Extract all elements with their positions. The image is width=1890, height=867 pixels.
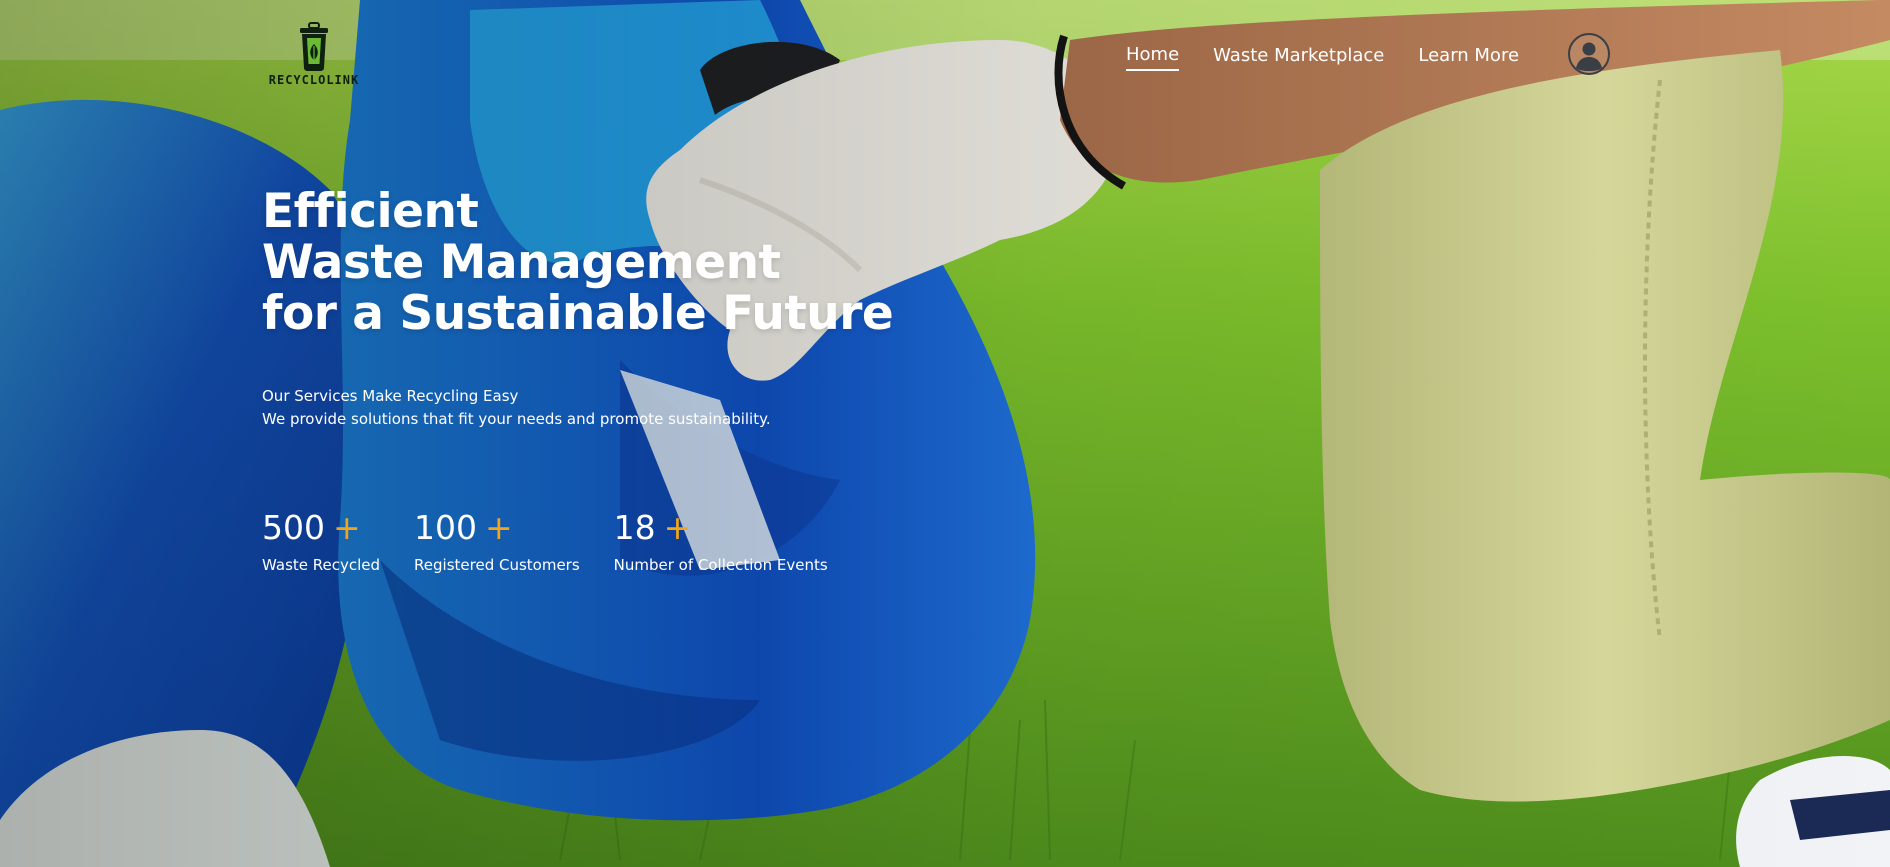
stat-waste-recycled: 500 + Waste Recycled	[262, 508, 380, 576]
stat-collection-events: 18 + Number of Collection Events	[614, 508, 828, 576]
stat-label: Number of Collection Events	[613, 556, 828, 574]
stat-label: Waste Recycled	[262, 556, 381, 574]
hero-background-image	[0, 0, 1890, 867]
stat-number: 100 +	[414, 508, 580, 548]
stat-value: 100	[414, 508, 478, 547]
hero-subtitle: Our Services Make Recycling Easy We prov…	[262, 385, 771, 431]
recycle-bin-icon	[300, 22, 328, 71]
stat-plus-sign: +	[663, 508, 692, 547]
stat-label: Registered Customers	[414, 556, 580, 574]
nav-link-learn-more[interactable]: Learn More	[1418, 45, 1519, 70]
stats-row: 500 + Waste Recycled 100 + Registered Cust…	[262, 508, 862, 576]
stat-registered-customers: 100 + Registered Customers	[414, 508, 580, 576]
hero-headline-line: Waste Management	[262, 235, 781, 290]
nav-link-waste-marketplace[interactable]: Waste Marketplace	[1213, 45, 1384, 70]
stat-value: 18	[613, 508, 656, 547]
hero-headline: Efficient Waste Management for a Sustain…	[262, 184, 894, 341]
stat-value: 500	[262, 508, 325, 547]
stat-number: 18 +	[614, 508, 828, 548]
hero-headline-line: for a Sustainable Future	[262, 286, 894, 341]
hero-subtitle-line: We provide solutions that fit your needs…	[262, 410, 771, 428]
user-profile-button[interactable]	[1568, 33, 1610, 75]
stat-plus-sign: +	[485, 508, 513, 547]
nav-link-home[interactable]: Home	[1126, 44, 1180, 71]
brand-logo[interactable]: RECYCLOLINK	[262, 22, 366, 90]
hero-headline-line: Efficient	[262, 184, 479, 239]
stat-plus-sign: +	[333, 508, 361, 547]
logo-text: RECYCLOLINK	[268, 73, 360, 87]
main-navigation: Home Waste Marketplace Learn More	[1126, 44, 1553, 71]
user-profile-icon	[1570, 35, 1608, 73]
stat-number: 500 +	[262, 508, 380, 548]
hero-subtitle-line: Our Services Make Recycling Easy	[262, 387, 519, 405]
